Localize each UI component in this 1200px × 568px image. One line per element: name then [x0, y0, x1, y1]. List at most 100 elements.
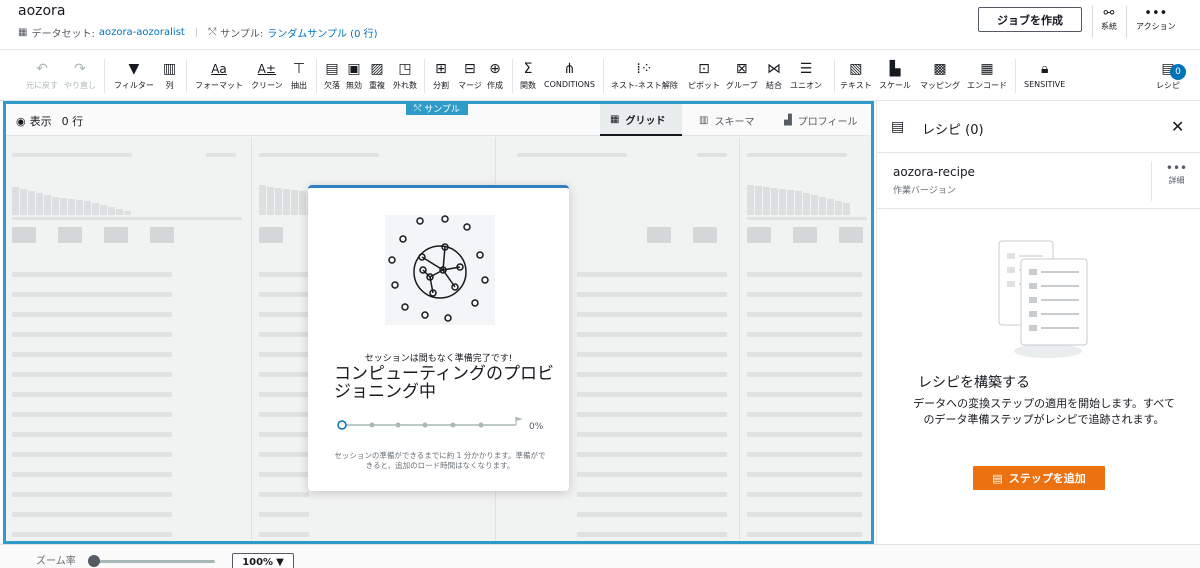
- redo-icon: ↷: [74, 61, 86, 77]
- close-icon[interactable]: ✕: [1171, 117, 1184, 136]
- text-button[interactable]: ▧ テキスト: [840, 60, 872, 91]
- mapping-button[interactable]: ▩ マッピング: [920, 60, 960, 91]
- tab-grid[interactable]: ▦ グリッド: [600, 104, 682, 136]
- tab-schema[interactable]: ▥ スキーマ: [699, 104, 754, 136]
- create-label: 作成: [487, 81, 503, 90]
- undo-button[interactable]: ↶ 元に戻す: [26, 60, 58, 91]
- status-message: セッションは間もなく準備完了です!: [364, 354, 513, 364]
- recipe-empty-heading: レシピを構築する: [918, 375, 1030, 391]
- extract-button[interactable]: ⊤ 抽出: [291, 60, 307, 91]
- network-icon: [385, 215, 495, 325]
- sample-icon: ⤲: [414, 103, 422, 114]
- skeleton-bar: [259, 452, 309, 457]
- zoom-slider[interactable]: [92, 560, 215, 563]
- union-button[interactable]: ☰ ユニオン: [790, 60, 822, 91]
- function-label: 関数: [520, 81, 536, 90]
- nest-button[interactable]: ⁞⁘ ネスト-ネスト解除: [611, 60, 678, 91]
- skeleton-bar: [12, 153, 132, 157]
- sample-link[interactable]: ランダムサンプル (0 行): [267, 25, 377, 40]
- pivot-button[interactable]: ⊡ ピボット: [688, 60, 720, 91]
- format-label: フォーマット: [195, 81, 243, 90]
- row-display: ◉ 表示 0 行: [16, 113, 83, 129]
- details-label: 詳細: [1168, 176, 1185, 185]
- row-count: 0 行: [61, 115, 84, 128]
- extract-icon: ⊤: [292, 61, 306, 77]
- create-job-button[interactable]: ジョブを作成: [978, 7, 1082, 32]
- skeleton-block: [12, 227, 36, 243]
- conditions-button[interactable]: ⋔ CONDITIONS: [544, 60, 595, 89]
- skeleton-bar: [577, 272, 727, 277]
- skeleton-bar: [747, 372, 862, 377]
- lineage-button[interactable]: ⚯ 系統: [1101, 7, 1117, 32]
- lineage-label: 系統: [1101, 22, 1117, 31]
- skeleton-bar: [747, 153, 847, 157]
- invalid-button[interactable]: ▣ 無効: [346, 60, 362, 91]
- skeleton-bar: [577, 452, 727, 457]
- skeleton-bar: [12, 272, 172, 277]
- function-button[interactable]: Σ 関数: [520, 60, 536, 91]
- skeleton-histogram: [12, 185, 131, 215]
- encode-button[interactable]: ▦ エンコード: [967, 60, 1007, 91]
- clean-button[interactable]: A± クリーン: [251, 60, 283, 91]
- encode-icon: ▦: [980, 61, 994, 77]
- recipe-icon: ▤: [891, 119, 905, 135]
- filter-icon: ▼: [128, 61, 140, 77]
- add-step-button[interactable]: ▤ ステップを追加: [973, 466, 1105, 490]
- create-button[interactable]: ⊕ 作成: [487, 60, 503, 91]
- tab-profile-label: プロフィール: [797, 116, 858, 128]
- skeleton-bar: [259, 492, 309, 497]
- app-root: aozora ▦ データセット: aozora-aozoralist | ⤲ サ…: [0, 0, 1200, 568]
- caret-down-icon: ▼: [276, 556, 284, 568]
- recipe-info: aozora-recipe 作業バージョン ••• 詳細: [877, 153, 1200, 209]
- skeleton-bar: [259, 472, 309, 477]
- divider: [512, 59, 513, 93]
- skeleton-bar: [577, 332, 727, 337]
- skeleton-bar: [12, 372, 172, 377]
- text-label: テキスト: [840, 81, 872, 90]
- sample-label: サンプル:: [220, 29, 264, 40]
- sensitive-button[interactable]: 🔒︎ SENSITIVE: [1024, 60, 1065, 89]
- skeleton-bar: [747, 472, 862, 477]
- sample-tag: ⤲ サンプル: [406, 102, 468, 115]
- skeleton-bar: [577, 352, 727, 357]
- group-button[interactable]: ⊠ グループ: [726, 60, 758, 91]
- recipe-details-button[interactable]: ••• 詳細: [1151, 161, 1200, 201]
- skeleton-bar: [517, 153, 627, 157]
- skeleton-bar: [747, 292, 862, 297]
- skeleton-bar: [577, 472, 727, 477]
- skeleton-bar: [12, 312, 172, 317]
- zoom-slider-handle[interactable]: [88, 555, 100, 567]
- project-subtitle: ▦ データセット: aozora-aozoralist | ⤲ サンプル: ラン…: [18, 25, 378, 40]
- placeholder-column: [741, 137, 871, 541]
- zoom-select[interactable]: 100% ▼: [232, 553, 294, 568]
- join-button[interactable]: ⋈ 結合: [766, 60, 782, 91]
- profile-icon: ▟: [784, 114, 792, 126]
- outlier-button[interactable]: ◳ 外れ数: [393, 60, 417, 91]
- skeleton-bar: [12, 332, 172, 337]
- tab-profile[interactable]: ▟ プロフィール: [784, 104, 858, 136]
- column-button[interactable]: ▥ 列: [163, 60, 176, 91]
- duplicate-button[interactable]: ▨ 重複: [369, 60, 385, 91]
- actions-button[interactable]: ••• アクション: [1136, 7, 1176, 32]
- split-button[interactable]: ⊞ 分割: [433, 60, 449, 91]
- divider: [603, 59, 604, 93]
- skeleton-bar: [12, 532, 172, 537]
- add-step-label: ステップを追加: [1008, 472, 1086, 485]
- grid-icon: ▦: [610, 113, 620, 125]
- encode-label: エンコード: [967, 81, 1007, 90]
- merge-button[interactable]: ⊟ マージ: [458, 60, 482, 91]
- create-column-icon: ⊕: [489, 61, 501, 77]
- undo-icon: ↶: [36, 61, 48, 77]
- recipe-name: aozora-recipe: [893, 165, 975, 179]
- actions-label: アクション: [1136, 22, 1176, 31]
- format-button[interactable]: Aa フォーマット: [195, 60, 243, 91]
- redo-button[interactable]: ↷ やり直し: [64, 60, 96, 91]
- skeleton-bar: [12, 472, 172, 477]
- column-icon: ▥: [163, 61, 177, 77]
- dataset-link[interactable]: aozora-aozoralist: [99, 27, 185, 38]
- scale-button[interactable]: ▙ スケール: [879, 60, 911, 91]
- mapping-icon: ▩: [933, 61, 947, 77]
- missing-button[interactable]: ▤ 欠落: [324, 60, 340, 91]
- filter-button[interactable]: ▼ フィルター: [114, 60, 154, 91]
- filter-label: フィルター: [114, 81, 154, 90]
